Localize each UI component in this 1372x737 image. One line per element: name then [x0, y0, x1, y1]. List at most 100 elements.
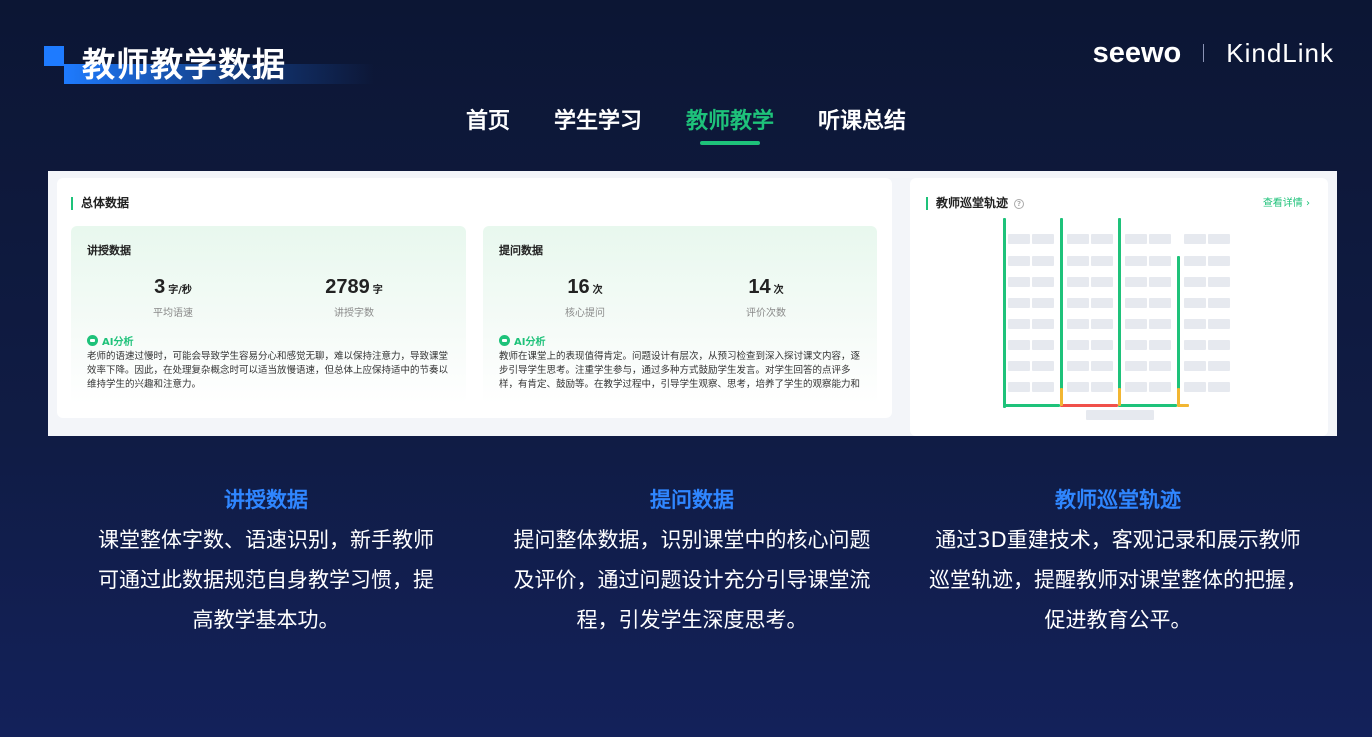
- stat-speech-speed: 3 字/秒 平均语速: [108, 276, 238, 319]
- patrol-track-segment: [1118, 388, 1121, 406]
- feature-title: 提问数据: [650, 488, 734, 512]
- seat: [1125, 234, 1147, 244]
- tab-teacher-teaching[interactable]: 教师教学: [686, 103, 774, 145]
- feature-description: 通过3D重建技术，客观记录和展示教师巡堂轨迹，提醒教师对课堂整体的把握，促进教育…: [929, 528, 1307, 632]
- seat: [1184, 298, 1206, 308]
- seat: [1091, 382, 1113, 392]
- seat: [1208, 234, 1230, 244]
- seat: [1208, 382, 1230, 392]
- seat: [1149, 277, 1171, 287]
- seat: [1067, 256, 1089, 266]
- page-title: 教师教学数据: [82, 45, 286, 84]
- seat: [1184, 382, 1206, 392]
- seat: [1184, 340, 1206, 350]
- main-nav: 首页 学生学习 教师教学 听课总结: [0, 103, 1372, 145]
- seat: [1208, 340, 1230, 350]
- seat: [1149, 256, 1171, 266]
- ai-chat-icon: [87, 335, 98, 346]
- stat-label: 平均语速: [153, 308, 193, 319]
- seat: [1125, 340, 1147, 350]
- seat: [1032, 319, 1054, 329]
- seat: [1184, 256, 1206, 266]
- seat: [1125, 361, 1147, 371]
- seat: [1091, 256, 1113, 266]
- seat: [1149, 234, 1171, 244]
- seat: [1091, 234, 1113, 244]
- seat: [1091, 298, 1113, 308]
- ai-analysis-tag: AI分析: [87, 333, 133, 348]
- patrol-track-card: 教师巡堂轨迹? 查看详情 ›: [910, 178, 1328, 436]
- seat: [1032, 382, 1054, 392]
- seat: [1067, 340, 1089, 350]
- seat: [1032, 340, 1054, 350]
- stat-unit: 次: [773, 285, 784, 296]
- seat: [1032, 256, 1054, 266]
- feature-description: 课堂整体字数、语速识别，新手教师可通过此数据规范自身教学习惯，提高教学基本功。: [98, 528, 434, 632]
- stat-evaluations: 14 次 评价次数: [701, 276, 831, 319]
- seat: [1208, 319, 1230, 329]
- seat: [1149, 361, 1171, 371]
- tab-home[interactable]: 首页: [466, 103, 510, 145]
- brand-kindlink: KindLink: [1226, 37, 1334, 68]
- stat-value: 14: [748, 276, 771, 298]
- question-data-title: 提问数据: [499, 244, 543, 257]
- stat-value: 2789: [325, 276, 370, 298]
- seat: [1184, 234, 1206, 244]
- title-accent-square: [44, 46, 64, 66]
- feature-title: 讲授数据: [224, 488, 308, 512]
- seat: [1208, 256, 1230, 266]
- ai-chat-icon: [499, 335, 510, 346]
- feature-title: 教师巡堂轨迹: [1055, 488, 1181, 512]
- feature-description: 提问整体数据，识别课堂中的核心问题及评价，通过问题设计充分引导课堂流程，引发学生…: [513, 528, 871, 632]
- seat: [1208, 298, 1230, 308]
- patrol-track-segment: [1177, 256, 1180, 406]
- patrol-track-segment: [1060, 388, 1063, 406]
- teacher-desk: [1086, 410, 1154, 420]
- brand-divider: [1203, 44, 1205, 62]
- seat: [1008, 234, 1030, 244]
- feature-question: 提问数据 提问整体数据，识别课堂中的核心问题及评价，通过问题设计充分引导课堂流程…: [502, 484, 882, 640]
- seat: [1067, 277, 1089, 287]
- ai-analysis-text: 教师在课堂上的表现值得肯定。问题设计有层次，从预习检查到深入探讨课文内容，逐步引…: [499, 351, 861, 390]
- seat: [1208, 277, 1230, 287]
- seat: [1149, 319, 1171, 329]
- stat-value: 3: [154, 276, 166, 298]
- seat: [1125, 382, 1147, 392]
- seat: [1008, 277, 1030, 287]
- patrol-track-segment: [1177, 388, 1180, 406]
- stat-value: 16: [567, 276, 590, 298]
- stat-unit: 字/秒: [168, 285, 192, 296]
- stat-label: 评价次数: [746, 308, 786, 319]
- seat: [1184, 277, 1206, 287]
- seat: [1032, 298, 1054, 308]
- lecture-data-title: 讲授数据: [87, 244, 131, 257]
- seat: [1067, 298, 1089, 308]
- seat: [1125, 319, 1147, 329]
- stat-label: 讲授字数: [334, 308, 374, 319]
- seat: [1032, 277, 1054, 287]
- brand-seewo: seewo: [1092, 36, 1182, 69]
- seat: [1008, 298, 1030, 308]
- seat: [1184, 361, 1206, 371]
- seat: [1008, 256, 1030, 266]
- seat: [1149, 382, 1171, 392]
- stat-core-questions: 16 次 核心提问: [520, 276, 650, 319]
- tab-student-learning[interactable]: 学生学习: [554, 103, 642, 145]
- brand-logo: seewo KindLink: [1092, 36, 1334, 69]
- feature-patrol: 教师巡堂轨迹 通过3D重建技术，客观记录和展示教师巡堂轨迹，提醒教师对课堂整体的…: [928, 484, 1308, 640]
- seat: [1008, 361, 1030, 371]
- stat-word-count: 2789 字 讲授字数: [289, 276, 419, 319]
- seat: [1091, 361, 1113, 371]
- patrol-track-segment: [1060, 404, 1118, 407]
- ai-analysis-label: AI分析: [102, 337, 134, 348]
- seat: [1091, 277, 1113, 287]
- patrol-track-segment: [1003, 218, 1006, 408]
- patrol-track-segment: [1118, 404, 1177, 407]
- seat: [1067, 361, 1089, 371]
- overview-card: 总体数据 讲授数据 3 字/秒 平均语速 2789 字 讲授字数 AI分析 老师的语…: [57, 178, 892, 418]
- overview-title: 总体数据: [71, 197, 129, 210]
- seat: [1125, 277, 1147, 287]
- seat: [1032, 361, 1054, 371]
- ai-analysis-label: AI分析: [514, 337, 546, 348]
- tab-lesson-summary[interactable]: 听课总结: [818, 103, 906, 145]
